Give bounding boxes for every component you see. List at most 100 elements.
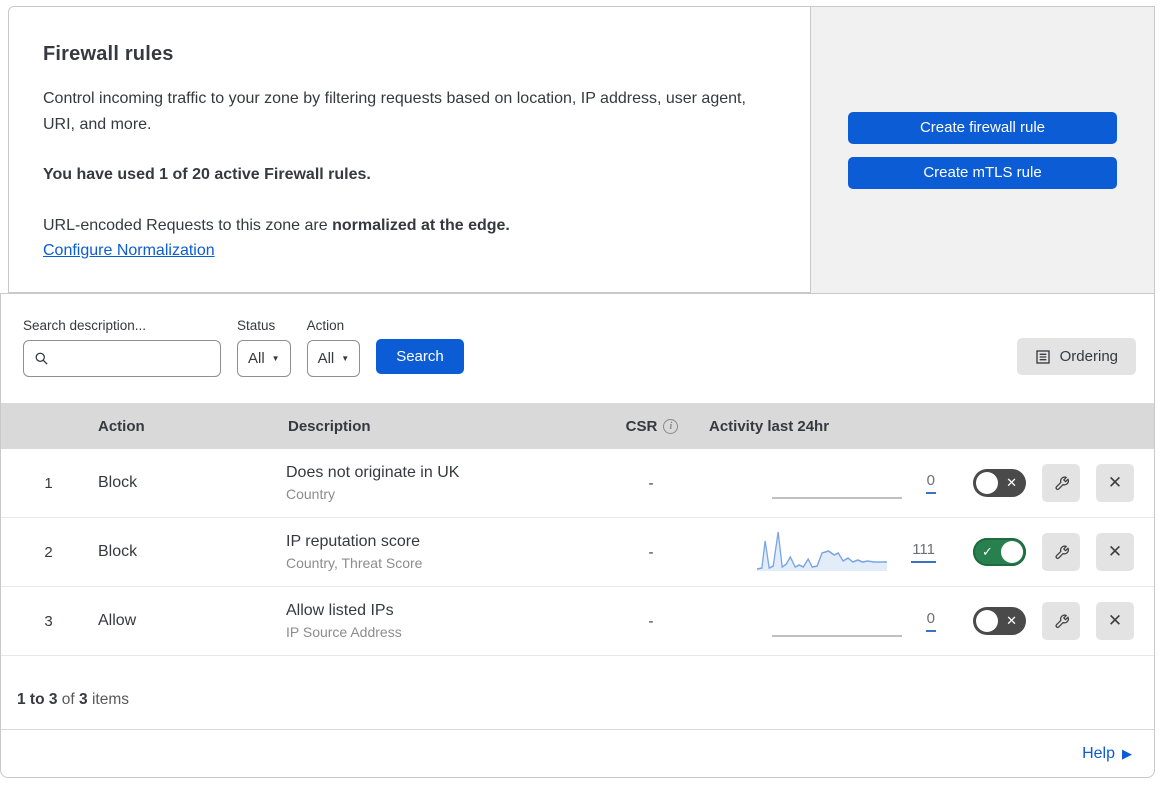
close-icon: ✕ bbox=[1107, 473, 1123, 492]
page-title: Firewall rules bbox=[43, 43, 174, 65]
rule-activity-cell: 111 bbox=[701, 529, 946, 575]
normalization-text: URL-encoded Requests to this zone are bbox=[43, 217, 333, 234]
chevron-down-icon: ▼ bbox=[341, 354, 350, 363]
rule-description-cell: IP reputation score Country, Threat Scor… bbox=[286, 533, 601, 571]
activity-sparkline-empty bbox=[771, 598, 902, 644]
help-arrow-icon: ▶ bbox=[1122, 745, 1132, 761]
rule-controls: ✓ ✕ ✕ bbox=[946, 602, 1154, 640]
column-header-action: Action bbox=[98, 417, 145, 435]
activity-count-link[interactable]: 0 bbox=[925, 610, 936, 632]
create-mtls-rule-button[interactable]: Create mTLS rule bbox=[848, 156, 1117, 189]
items-word: items bbox=[87, 691, 129, 708]
firewall-intro-card: Firewall rules Control incoming traffic … bbox=[8, 6, 811, 293]
delete-rule-button[interactable]: ✕ bbox=[1096, 464, 1134, 502]
rule-description-cell: Does not originate in UK Country bbox=[286, 464, 601, 502]
search-icon bbox=[35, 352, 48, 365]
items-count: 1 to 3 of 3 items bbox=[1, 656, 1154, 729]
edit-rule-button[interactable] bbox=[1042, 533, 1080, 571]
search-group: Search description... bbox=[23, 318, 221, 377]
edit-rule-button[interactable] bbox=[1042, 464, 1080, 502]
rule-csr: - bbox=[648, 543, 654, 561]
rule-description-cell: Allow listed IPs IP Source Address bbox=[286, 602, 601, 640]
rule-enable-toggle[interactable]: ✓ ✕ bbox=[973, 469, 1026, 497]
rule-enable-toggle[interactable]: ✓ ✕ bbox=[973, 607, 1026, 635]
column-header-csr: CSR i bbox=[624, 418, 679, 435]
table-header: Action Description CSR i Activity last 2… bbox=[1, 403, 1154, 449]
help-row: Help ▶ bbox=[1, 729, 1154, 777]
rule-description: Allow listed IPs bbox=[286, 602, 394, 619]
chevron-down-icon: ▼ bbox=[271, 354, 280, 363]
close-icon: ✕ bbox=[1006, 613, 1017, 629]
rule-action: Allow bbox=[98, 612, 137, 629]
action-value: All bbox=[317, 350, 335, 367]
cta-panel: Create firewall rule Create mTLS rule bbox=[811, 6, 1155, 293]
activity-sparkline-empty bbox=[771, 460, 902, 506]
rule-priority: 1 bbox=[44, 474, 53, 492]
rule-fields: IP Source Address bbox=[286, 624, 402, 640]
help-link[interactable]: Help ▶ bbox=[1082, 745, 1132, 763]
flat-activity-line bbox=[771, 635, 902, 637]
rule-description: IP reputation score bbox=[286, 533, 421, 550]
items-total: 3 bbox=[79, 691, 88, 708]
rule-enable-toggle[interactable]: ✓ ✕ bbox=[973, 538, 1026, 566]
info-icon[interactable]: i bbox=[663, 418, 679, 434]
csr-label: CSR bbox=[625, 417, 658, 435]
status-label: Status bbox=[237, 318, 276, 333]
wrench-icon bbox=[1055, 545, 1069, 559]
column-header-activity: Activity last 24hr bbox=[709, 417, 830, 435]
search-label: Search description... bbox=[23, 318, 147, 333]
check-icon: ✓ bbox=[982, 544, 993, 560]
status-select[interactable]: All ▼ bbox=[237, 340, 291, 377]
rule-fields: Country bbox=[286, 486, 336, 502]
configure-normalization-link[interactable]: Configure Normalization bbox=[43, 242, 215, 260]
table-row: 1 Block Does not originate in UK Country… bbox=[1, 449, 1154, 518]
top-section: Firewall rules Control incoming traffic … bbox=[8, 6, 1155, 293]
close-icon: ✕ bbox=[1107, 542, 1123, 561]
status-filter-group: Status All ▼ bbox=[237, 318, 291, 377]
close-icon: ✕ bbox=[1107, 611, 1123, 630]
status-value: All bbox=[248, 350, 265, 367]
ordering-button[interactable]: Ordering bbox=[1016, 338, 1136, 375]
toggle-knob bbox=[1001, 541, 1023, 563]
activity-count-link[interactable]: 111 bbox=[911, 541, 936, 563]
action-select[interactable]: All ▼ bbox=[306, 340, 361, 377]
search-input[interactable] bbox=[57, 341, 210, 376]
activity-count-link[interactable]: 0 bbox=[925, 472, 936, 494]
search-input-wrapper bbox=[23, 340, 221, 377]
rule-fields: Country, Threat Score bbox=[286, 555, 423, 571]
create-firewall-rule-button[interactable]: Create firewall rule bbox=[848, 111, 1117, 144]
flat-activity-line bbox=[771, 497, 902, 499]
wrench-icon bbox=[1055, 476, 1069, 490]
ordering-list-icon bbox=[1035, 349, 1050, 364]
rule-activity-cell: 0 bbox=[701, 598, 946, 644]
normalization-bold: normalized at the edge. bbox=[332, 217, 510, 234]
ordering-label: Ordering bbox=[1059, 348, 1118, 365]
delete-rule-button[interactable]: ✕ bbox=[1096, 533, 1134, 571]
normalization-note: URL-encoded Requests to this zone are no… bbox=[43, 214, 770, 238]
rules-panel: Search description... Status All ▼ Actio… bbox=[0, 293, 1155, 778]
filter-bar: Search description... Status All ▼ Actio… bbox=[1, 294, 1154, 403]
search-button[interactable]: Search bbox=[376, 339, 464, 374]
action-filter-group: Action All ▼ bbox=[306, 318, 361, 377]
rule-priority: 2 bbox=[44, 543, 53, 561]
close-icon: ✕ bbox=[1006, 475, 1017, 491]
edit-rule-button[interactable] bbox=[1042, 602, 1080, 640]
rule-action: Block bbox=[98, 474, 138, 491]
column-header-description: Description bbox=[288, 417, 371, 435]
wrench-icon bbox=[1055, 614, 1069, 628]
toggle-knob bbox=[976, 472, 998, 494]
table-row: 3 Allow Allow listed IPs IP Source Addre… bbox=[1, 587, 1154, 656]
help-label: Help bbox=[1082, 744, 1115, 762]
rule-priority: 3 bbox=[44, 612, 53, 630]
activity-sparkline bbox=[757, 529, 888, 575]
rule-action: Block bbox=[98, 543, 138, 560]
delete-rule-button[interactable]: ✕ bbox=[1096, 602, 1134, 640]
rule-csr: - bbox=[648, 474, 654, 492]
rule-controls: ✓ ✕ ✕ bbox=[946, 533, 1154, 571]
items-range: 1 to 3 bbox=[17, 691, 58, 708]
sparkline-chart bbox=[757, 531, 888, 571]
rule-controls: ✓ ✕ ✕ bbox=[946, 464, 1154, 502]
toggle-knob bbox=[976, 610, 998, 632]
rule-csr: - bbox=[648, 612, 654, 630]
table-row: 2 Block IP reputation score Country, Thr… bbox=[1, 518, 1154, 587]
